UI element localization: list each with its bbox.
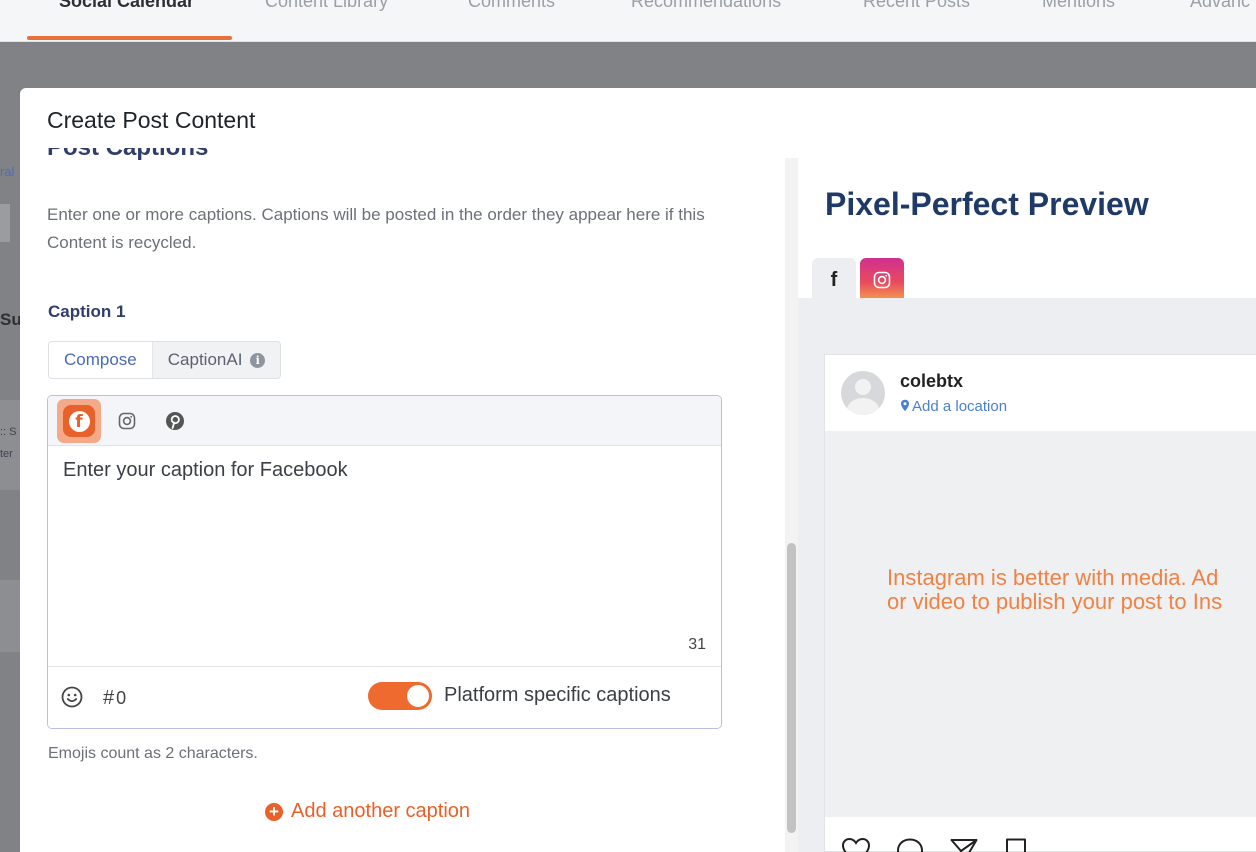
captions-intro: Enter one or more captions. Captions wil… (47, 205, 705, 252)
instagram-post-preview: colebtx Add a location Instagram is bett… (824, 354, 1256, 852)
top-nav: Social Calendar Content Library Comments… (0, 0, 1256, 42)
scrollbar-thumb[interactable] (787, 543, 796, 833)
emoji-icon[interactable] (60, 685, 84, 709)
preview-title: Pixel-Perfect Preview (825, 186, 1149, 222)
tab-caption-ai-label: CaptionAI (167, 350, 243, 369)
preview-tab-facebook[interactable]: f (812, 258, 856, 302)
media-warning-line: or video to publish your post to Ins (887, 589, 1223, 614)
nav-tab-recommendations[interactable]: Recommendations (631, 0, 781, 12)
bookmark-icon[interactable] (1003, 837, 1029, 852)
nav-tab-social-calendar[interactable]: Social Calendar (59, 0, 194, 12)
add-caption-label: Add another caption (291, 800, 471, 822)
preview-username: colebtx (900, 371, 964, 391)
background-text-fragment: ter (0, 448, 13, 460)
media-warning-line: Instagram is better with media. Ad (887, 565, 1219, 590)
media-warning: Instagram is better with media. Ad or vi… (887, 566, 1222, 614)
background-text-fragment: ral (0, 164, 15, 179)
platform-specific-toggle[interactable] (368, 682, 432, 710)
caption-mode-tabs: Compose CaptionAI i (48, 341, 282, 379)
info-icon[interactable]: i (250, 353, 266, 368)
heart-icon[interactable] (841, 837, 871, 852)
facebook-icon: f (830, 268, 838, 291)
captions-panel: Post Captions Enter one or more captions… (20, 148, 785, 852)
hashtag-counter[interactable]: #0 (103, 687, 126, 710)
caption-editor: f Enter your caption for Facebook 31 #0 (47, 395, 722, 729)
facebook-platform-button[interactable]: f (57, 399, 101, 443)
instagram-platform-button[interactable] (105, 399, 149, 443)
toggle-knob (407, 685, 429, 707)
editor-footer: #0 Platform specific captions (48, 666, 721, 728)
plus-circle-icon: + (265, 802, 283, 821)
facebook-icon: f (63, 405, 95, 437)
section-title: Post Captions (47, 148, 208, 162)
character-count: 31 (688, 636, 706, 653)
media-placeholder: Instagram is better with media. Ad or vi… (825, 431, 1256, 817)
tab-compose[interactable]: Compose (49, 342, 153, 378)
post-actions (841, 837, 1029, 852)
nav-tab-mentions[interactable]: Mentions (1042, 0, 1115, 12)
nav-tab-advanced[interactable]: Advanc (1190, 0, 1250, 12)
hashtag-icon: # (103, 687, 115, 709)
background-text-fragment: :: S (0, 426, 17, 438)
background-text-fragment: Su (0, 310, 22, 329)
comment-icon[interactable] (895, 837, 925, 852)
preview-panel: Pixel-Perfect Preview f colebtx Add a lo… (798, 148, 1256, 852)
caption-input[interactable]: Enter your caption for Facebook (63, 459, 348, 482)
tab-caption-ai[interactable]: CaptionAI i (152, 342, 281, 378)
nav-tab-comments[interactable]: Comments (468, 0, 555, 12)
create-post-modal: Create Post Content Post Captions Enter … (20, 88, 1256, 852)
preview-tab-instagram[interactable] (860, 258, 904, 302)
platform-specific-label: Platform specific captions (444, 684, 671, 706)
pinterest-icon (166, 412, 184, 430)
instagram-icon (118, 412, 136, 430)
modal-title: Create Post Content (47, 107, 256, 133)
pinterest-platform-button[interactable] (153, 399, 197, 443)
background-image-fragment (0, 400, 20, 490)
active-tab-underline (27, 36, 232, 40)
background-input-fragment (0, 204, 10, 242)
add-location-label: Add a location (912, 398, 1008, 415)
background-image-fragment (0, 580, 20, 652)
platform-toolbar: f (48, 396, 721, 446)
emoji-count-note: Emojis count as 2 characters. (48, 745, 258, 762)
preview-canvas: colebtx Add a location Instagram is bett… (798, 298, 1256, 852)
nav-tab-recent-posts[interactable]: Recent Posts (863, 0, 970, 12)
map-pin-icon (901, 399, 909, 412)
instagram-icon (873, 271, 891, 289)
hashtag-count: 0 (116, 688, 127, 708)
nav-tab-content-library[interactable]: Content Library (265, 0, 388, 12)
caption-label: Caption 1 (48, 302, 126, 321)
add-location-link[interactable]: Add a location (900, 398, 1007, 415)
avatar (841, 371, 885, 415)
add-caption-button[interactable]: + Add another caption (265, 800, 470, 823)
share-icon[interactable] (949, 837, 979, 852)
